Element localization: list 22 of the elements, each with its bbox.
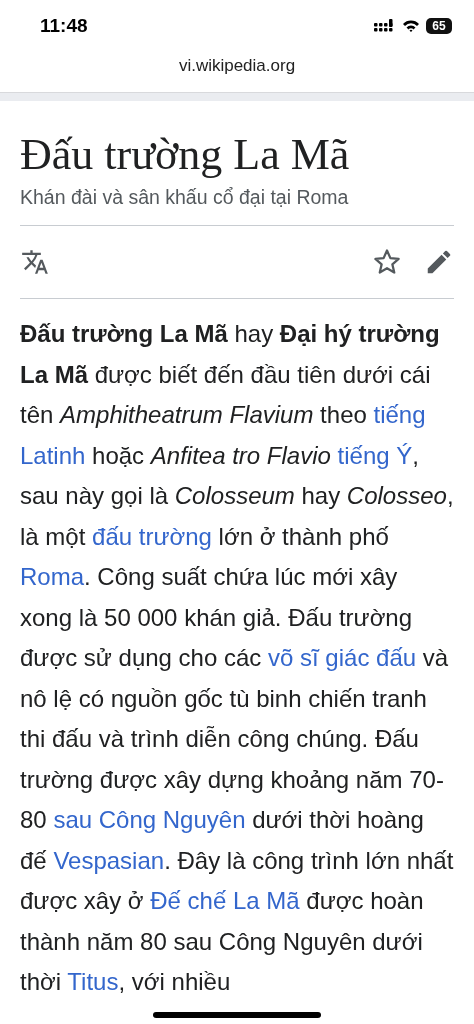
- battery-icon: 65: [426, 18, 452, 34]
- article-link[interactable]: đấu trường: [92, 522, 212, 550]
- url-text[interactable]: vi.wikipedia.org: [178, 56, 296, 76]
- article-link[interactable]: tiếng: [373, 401, 426, 428]
- article-link[interactable]: tiếng Ý: [337, 441, 413, 469]
- article-link[interactable]: Roma: [20, 563, 85, 590]
- wifi-icon: [402, 19, 420, 33]
- article-link[interactable]: La Mã: [232, 887, 300, 914]
- star-icon[interactable]: [372, 247, 402, 277]
- article-subtitle: Khán đài và sân khấu cổ đại tại Roma: [20, 186, 454, 226]
- signal-icon: [374, 19, 396, 33]
- article-paragraph: Đấu trường La Mã hay Đại hý trường La Mã được biết đến đầu tiên dưới cái tên Amphitheatrum Flavium theo tiếng Latinh hoặc Anfitea tro Flavio tiếng Ý, sau này gọi là Colosseum hay Colosseo, là một đấu trường lớn ở thành phố Roma. Công suất chứa lúc mới xây xong là 50 000 khán giả. Đấu trường được sử dụng cho các võ sĩ giác đấu và nô lệ có nguồn gốc tù binh chiến tranh thi đấu và trình diễn công chúng. Đấu trường được xây dựng khoảng năm 70-80 sau Công Nguyên dưới thời hoàng đế Vespasian. Đây là công trình lớn nhất được xây ở Đế chế La Mã được hoàn thành năm 80 sau Công Nguyên dưới thời Titus, với nhiều: [20, 319, 454, 997]
- article-link[interactable]: sau Công Nguyên: [53, 806, 246, 833]
- translate-icon[interactable]: [20, 248, 50, 276]
- article-title: Đấu trường La Mã: [20, 129, 351, 180]
- article-link[interactable]: đấu: [376, 644, 417, 671]
- article-link[interactable]: Đế chế: [150, 887, 227, 914]
- article-link[interactable]: Vespasian: [53, 846, 165, 874]
- article-link[interactable]: Titus: [67, 968, 119, 995]
- article-link[interactable]: võ sĩ giác: [268, 644, 370, 671]
- status-time: 11:48: [40, 15, 88, 37]
- article-link[interactable]: Latinh: [20, 441, 86, 469]
